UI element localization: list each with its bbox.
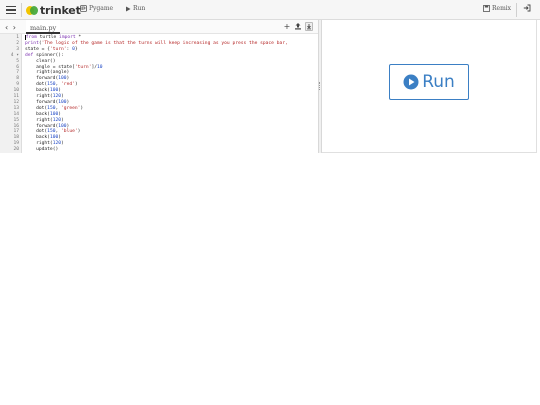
code-text: dot(150, 'red')	[36, 82, 78, 88]
tab-main-py[interactable]: main.py	[26, 20, 60, 34]
code-area[interactable]: 1 from turtle import * 2 print('The logic o…	[0, 34, 316, 153]
code-text: update()	[36, 147, 59, 153]
line-number: 10	[13, 88, 19, 94]
file-nav-arrows[interactable]: ‹ ›	[5, 23, 17, 32]
line-number: 19	[13, 141, 19, 147]
login-icon	[523, 4, 531, 12]
line-number: 11	[13, 94, 19, 99]
remix-label: Remix	[492, 5, 512, 12]
code-line[interactable]: 10 back(100)	[0, 88, 316, 94]
editor-actions: +	[283, 22, 313, 31]
trinket-logo[interactable]: trinket	[26, 3, 81, 17]
line-number: 1	[16, 35, 19, 40]
code-text: right(120)	[36, 117, 64, 123]
code-line[interactable]: 14 back(100)	[0, 112, 316, 118]
code-text: forward(100)	[36, 99, 70, 105]
code-editor: ‹ › main.py + 1 from turtle import * 2 prin…	[0, 20, 318, 153]
remix-button[interactable]: Remix	[483, 5, 511, 12]
divider	[21, 3, 22, 17]
line-number: 9	[16, 82, 19, 88]
code-text: print('The logic of the game is that the…	[25, 40, 288, 46]
add-file-icon[interactable]: +	[283, 22, 291, 31]
code-line[interactable]: 12 forward(100)	[0, 100, 316, 106]
top-bar: trinket Pygame Run Remix	[0, 0, 540, 20]
code-line[interactable]: 13 dot(150, 'green')	[0, 106, 316, 112]
run-label: Run	[422, 72, 455, 92]
line-number: 3	[16, 46, 19, 52]
code-text: def spinner():	[25, 52, 64, 58]
code-text: back(100)	[36, 111, 62, 117]
run-button-top[interactable]: Run	[125, 5, 145, 12]
code-text: state = {'turn': 0}	[25, 46, 78, 52]
code-line[interactable]: 4 ▾ def spinner():	[0, 53, 316, 59]
divider	[516, 3, 517, 17]
editor-tab-bar: ‹ › main.py +	[0, 20, 318, 34]
code-text: dot(150, 'green')	[36, 105, 84, 111]
run-label-top: Run	[133, 5, 146, 12]
trinket-logo-icon	[26, 5, 38, 15]
code-line[interactable]: 11 right(120)	[0, 94, 316, 100]
line-number: 4 ▾	[10, 52, 19, 58]
line-number: 5	[16, 58, 19, 64]
code-line[interactable]: 5 clear()	[0, 59, 316, 65]
code-line[interactable]: 1 from turtle import *	[0, 35, 316, 41]
run-button[interactable]: Run	[389, 64, 469, 100]
pygame-icon	[80, 5, 87, 12]
pygame-badge[interactable]: Pygame	[80, 5, 113, 12]
code-line[interactable]: 2 print('The logic of the game is that th…	[0, 41, 316, 47]
play-icon	[126, 6, 131, 11]
play-circle-icon	[403, 74, 419, 90]
remix-icon	[483, 5, 490, 12]
line-number: 20	[13, 147, 19, 153]
splitter-grip[interactable]	[319, 82, 321, 90]
code-line[interactable]: 3 state = {'turn': 0}	[0, 47, 316, 53]
code-text: from turtle import *	[25, 35, 82, 40]
code-text: right(120)	[36, 141, 64, 147]
login-button[interactable]	[523, 4, 533, 12]
code-line[interactable]: 15 right(120)	[0, 118, 316, 124]
pygame-label: Pygame	[89, 5, 114, 12]
line-number: 2	[16, 40, 19, 46]
code-text: back(100)	[36, 88, 62, 94]
code-line[interactable]: 20 update()	[0, 147, 316, 153]
upload-icon[interactable]	[294, 22, 302, 31]
line-number: 13	[13, 105, 19, 111]
logo-text: trinket	[40, 3, 81, 17]
line-number: 14	[13, 111, 19, 117]
code-line[interactable]: 19 right(120)	[0, 141, 316, 147]
code-text: clear()	[36, 58, 56, 64]
download-icon[interactable]	[305, 22, 313, 31]
menu-icon[interactable]	[5, 4, 17, 16]
code-line[interactable]: 9 dot(150, 'red')	[0, 82, 316, 88]
line-number: 12	[13, 99, 19, 105]
code-text: right(120)	[36, 94, 64, 99]
output-pane: Run	[322, 20, 537, 153]
line-number: 15	[13, 117, 19, 123]
